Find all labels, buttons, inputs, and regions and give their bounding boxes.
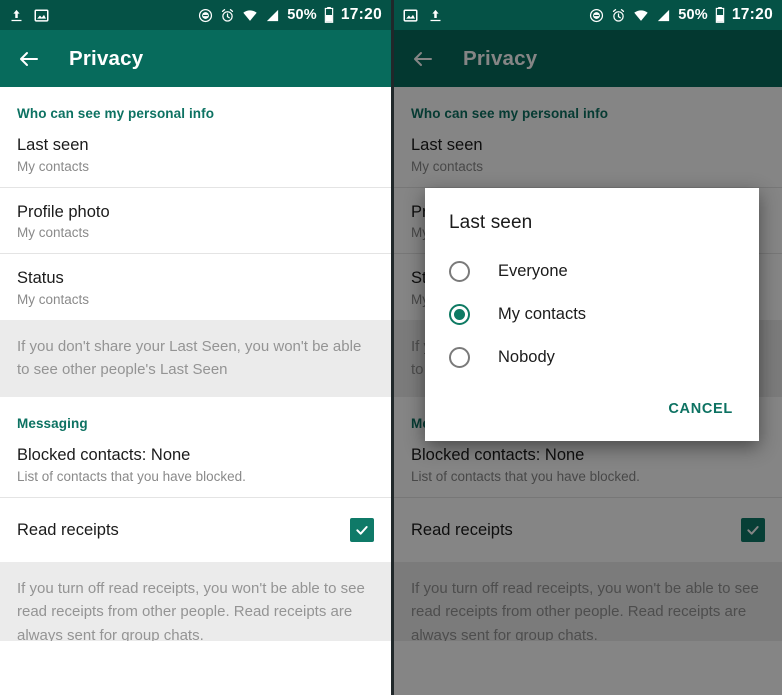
page-title: Privacy <box>69 46 144 70</box>
dialog-option-my-contacts-label: My contacts <box>498 305 587 323</box>
status-bar-left-icons <box>9 8 49 23</box>
row-blocked-contacts-value: List of contacts that you have blocked. <box>17 469 246 484</box>
dialog-option-my-contacts[interactable]: My contacts <box>425 293 759 336</box>
last-seen-dialog: Last seen Everyone My contacts Nobody CA… <box>425 188 759 441</box>
dialog-option-everyone-label: Everyone <box>498 262 568 280</box>
signal-icon <box>267 9 279 21</box>
row-blocked-contacts-label: Blocked contacts: None <box>17 446 191 465</box>
row-read-receipts-label: Read receipts <box>17 520 119 539</box>
signal-icon <box>658 9 670 21</box>
dialog-option-nobody[interactable]: Nobody <box>425 336 759 379</box>
dialog-option-everyone[interactable]: Everyone <box>425 250 759 293</box>
radio-everyone[interactable] <box>449 261 470 282</box>
clock-time: 17:20 <box>731 6 773 23</box>
screen-privacy-settings: 50% 17:20 Privacy Who can see my persona… <box>0 0 391 695</box>
screen-last-seen-dialog: 50% 17:20 Privacy Who can see my persona… <box>391 0 782 695</box>
battery-icon <box>324 7 334 23</box>
read-receipts-checkbox[interactable] <box>350 518 374 542</box>
radio-nobody[interactable] <box>449 347 470 368</box>
do-not-disturb-icon <box>199 8 213 22</box>
back-arrow-icon[interactable] <box>17 47 41 71</box>
dialog-option-nobody-label: Nobody <box>498 348 555 366</box>
dialog-options: Everyone My contacts Nobody <box>425 240 759 383</box>
row-last-seen-label: Last seen <box>17 136 89 154</box>
app-toolbar: Privacy <box>0 30 391 87</box>
note-last-seen: If you don't share your Last Seen, you w… <box>0 319 391 398</box>
section-header-messaging: Messaging <box>17 416 88 432</box>
status-bar-right-icons: 50% 17:20 <box>198 6 382 24</box>
image-icon <box>403 8 418 22</box>
wifi-icon <box>243 9 257 21</box>
row-read-receipts[interactable]: Read receipts <box>0 498 391 562</box>
settings-list: Who can see my personal info Last seen M… <box>0 87 391 695</box>
row-profile-photo-value: My contacts <box>17 225 90 241</box>
note-read-receipts: If you turn off read receipts, you won't… <box>0 562 391 641</box>
alarm-icon <box>222 8 234 22</box>
row-status-label: Status <box>17 269 64 288</box>
row-status[interactable]: Status My contacts <box>0 254 391 320</box>
section-header-personal-info: Who can see my personal info <box>17 106 215 121</box>
alarm-icon <box>613 8 625 22</box>
row-last-seen-value: My contacts <box>17 158 90 174</box>
checkmark-icon <box>356 526 368 535</box>
battery-percent: 50% <box>287 7 317 23</box>
radio-my-contacts[interactable] <box>449 304 470 325</box>
dual-screenshot: 50% 17:20 Privacy Who can see my persona… <box>0 0 782 695</box>
cancel-button[interactable]: CANCEL <box>664 395 737 423</box>
clock-time: 17:20 <box>340 6 382 23</box>
row-profile-photo[interactable]: Profile photo My contacts <box>0 187 391 254</box>
row-status-value: My contacts <box>17 291 90 307</box>
row-blocked-contacts[interactable]: Blocked contacts: None List of contacts … <box>0 431 391 497</box>
status-bar: 50% 17:20 <box>394 0 782 30</box>
status-bar-right-icons: 50% 17:20 <box>589 6 773 24</box>
upload-icon <box>11 9 22 21</box>
status-bar-left-icons <box>403 8 443 23</box>
image-icon <box>34 8 49 22</box>
battery-icon <box>715 7 725 23</box>
upload-icon <box>430 9 441 21</box>
status-bar: 50% 17:20 <box>0 0 391 30</box>
battery-percent: 50% <box>678 7 708 23</box>
row-profile-photo-label: Profile photo <box>17 202 110 221</box>
do-not-disturb-icon <box>590 8 604 22</box>
dialog-title: Last seen <box>449 212 533 233</box>
row-last-seen[interactable]: Last seen My contacts <box>0 121 391 187</box>
dialog-actions: CANCEL <box>425 383 759 441</box>
wifi-icon <box>634 9 648 21</box>
